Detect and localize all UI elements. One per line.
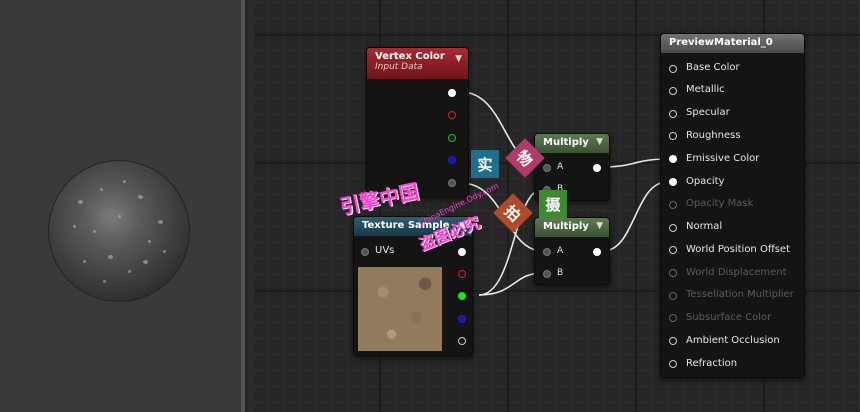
vertex-a-output-pin[interactable] <box>448 179 456 187</box>
vertex-color-subtitle: Input Data <box>375 62 423 72</box>
vertex-color-node[interactable]: Vertex Color Input Data ▼ <box>366 47 469 197</box>
material-input-label: World Displacement <box>686 267 787 278</box>
material-input-label: Refraction <box>686 358 738 369</box>
preview-sphere <box>48 160 190 302</box>
sphere-surface-speck <box>143 260 148 264</box>
multiply-top-output-pin[interactable] <box>593 164 601 172</box>
material-input-pin[interactable] <box>669 87 677 95</box>
texture-uvs-label: UVs <box>375 245 395 256</box>
multiply-bottom-input-b-pin[interactable] <box>543 270 551 278</box>
vertex-b-output-pin[interactable] <box>448 156 456 164</box>
preview-material-title: PreviewMaterial_0 <box>669 37 773 48</box>
multiply-bottom-b-label: B <box>557 268 564 278</box>
material-input-pin[interactable] <box>669 360 677 368</box>
multiply-top-title: Multiply <box>543 137 589 148</box>
vertex-g-output-pin[interactable] <box>448 134 456 142</box>
sphere-surface-speck <box>83 260 86 263</box>
material-input-label: Metallic <box>686 84 725 95</box>
sphere-surface-speck <box>158 220 163 224</box>
material-input-label: Opacity Mask <box>686 198 754 209</box>
texture-rgb-output-pin[interactable] <box>458 248 466 256</box>
vertex-rgb-output-pin[interactable] <box>448 89 456 97</box>
material-input-label: Normal <box>686 221 723 232</box>
material-input-pin[interactable] <box>669 155 677 163</box>
vertex-color-header[interactable]: Vertex Color Input Data ▼ <box>367 48 468 79</box>
material-input-pin[interactable] <box>669 178 677 186</box>
material-input-label: World Position Offset <box>686 244 790 255</box>
sphere-surface-speck <box>163 250 166 253</box>
panel-splitter[interactable] <box>241 0 245 412</box>
material-input-pin[interactable] <box>669 292 677 300</box>
material-input-pin[interactable] <box>669 269 677 277</box>
sphere-surface-speck <box>100 188 103 191</box>
material-input-pin[interactable] <box>669 110 677 118</box>
preview-material-header[interactable]: PreviewMaterial_0 <box>661 34 804 53</box>
material-input-pin[interactable] <box>669 337 677 345</box>
material-input-pin[interactable] <box>669 314 677 322</box>
material-input-label: Emissive Color <box>686 153 760 164</box>
panel-gutter <box>248 0 255 412</box>
texture-thumbnail <box>358 267 442 351</box>
texture-a-output-pin[interactable] <box>458 337 466 345</box>
sphere-surface-speck <box>148 240 151 243</box>
multiply-bottom-title: Multiply <box>543 221 589 232</box>
sphere-surface-speck <box>73 225 76 228</box>
material-input-pin[interactable] <box>669 246 677 254</box>
material-input-label: Ambient Occlusion <box>686 335 780 346</box>
sphere-surface-speck <box>138 195 143 199</box>
collapse-arrow-icon[interactable]: ▼ <box>596 137 603 147</box>
multiply-bottom-input-a-pin[interactable] <box>543 248 551 256</box>
sphere-surface-speck <box>78 200 83 204</box>
texture-r-output-pin[interactable] <box>458 270 466 278</box>
sphere-surface-speck <box>118 215 121 218</box>
texture-b-output-pin[interactable] <box>458 315 466 323</box>
sphere-surface-speck <box>93 230 96 233</box>
collapse-arrow-icon[interactable]: ▼ <box>455 54 462 64</box>
watermark-badge-1: 实 <box>471 150 499 178</box>
wire-multiply-bottom-to-opacity <box>602 181 668 252</box>
preview-material-node[interactable]: PreviewMaterial_0 Base Color Metallic Sp… <box>660 33 805 378</box>
multiply-node-bottom[interactable]: Multiply ▼ A B <box>534 217 610 285</box>
material-input-pin[interactable] <box>669 224 677 232</box>
texture-g-output-pin[interactable] <box>458 292 466 300</box>
material-input-label: Roughness <box>686 130 741 141</box>
material-input-label: Opacity <box>686 176 725 187</box>
multiply-top-input-a-pin[interactable] <box>543 164 551 172</box>
sphere-surface-speck <box>103 280 106 283</box>
material-input-pin[interactable] <box>669 132 677 140</box>
collapse-arrow-icon[interactable]: ▼ <box>596 221 603 231</box>
wire-multiply-top-to-emissive <box>602 158 668 168</box>
material-graph-canvas[interactable]: Vertex Color Input Data ▼ Texture Sample… <box>255 0 860 412</box>
watermark-badge-4: 摄 <box>539 190 567 218</box>
multiply-bottom-a-label: A <box>557 246 564 256</box>
vertex-color-title: Vertex Color <box>375 51 445 62</box>
texture-uvs-input-pin[interactable] <box>361 248 369 256</box>
material-input-label: Specular <box>686 107 730 118</box>
material-input-label: Subsurface Color <box>686 312 772 323</box>
sphere-surface-speck <box>128 270 131 273</box>
material-preview-viewport[interactable] <box>0 0 241 412</box>
multiply-top-header[interactable]: Multiply ▼ <box>535 134 609 153</box>
material-input-pin[interactable] <box>669 201 677 209</box>
sphere-surface-speck <box>123 180 126 183</box>
multiply-bottom-header[interactable]: Multiply ▼ <box>535 218 609 237</box>
multiply-bottom-output-pin[interactable] <box>593 248 601 256</box>
vertex-r-output-pin[interactable] <box>448 111 456 119</box>
material-input-pin[interactable] <box>669 65 677 73</box>
multiply-top-a-label: A <box>557 162 564 172</box>
sphere-surface-speck <box>108 255 113 259</box>
material-input-label: Tessellation Multiplier <box>686 289 794 300</box>
material-input-label: Base Color <box>686 62 740 73</box>
